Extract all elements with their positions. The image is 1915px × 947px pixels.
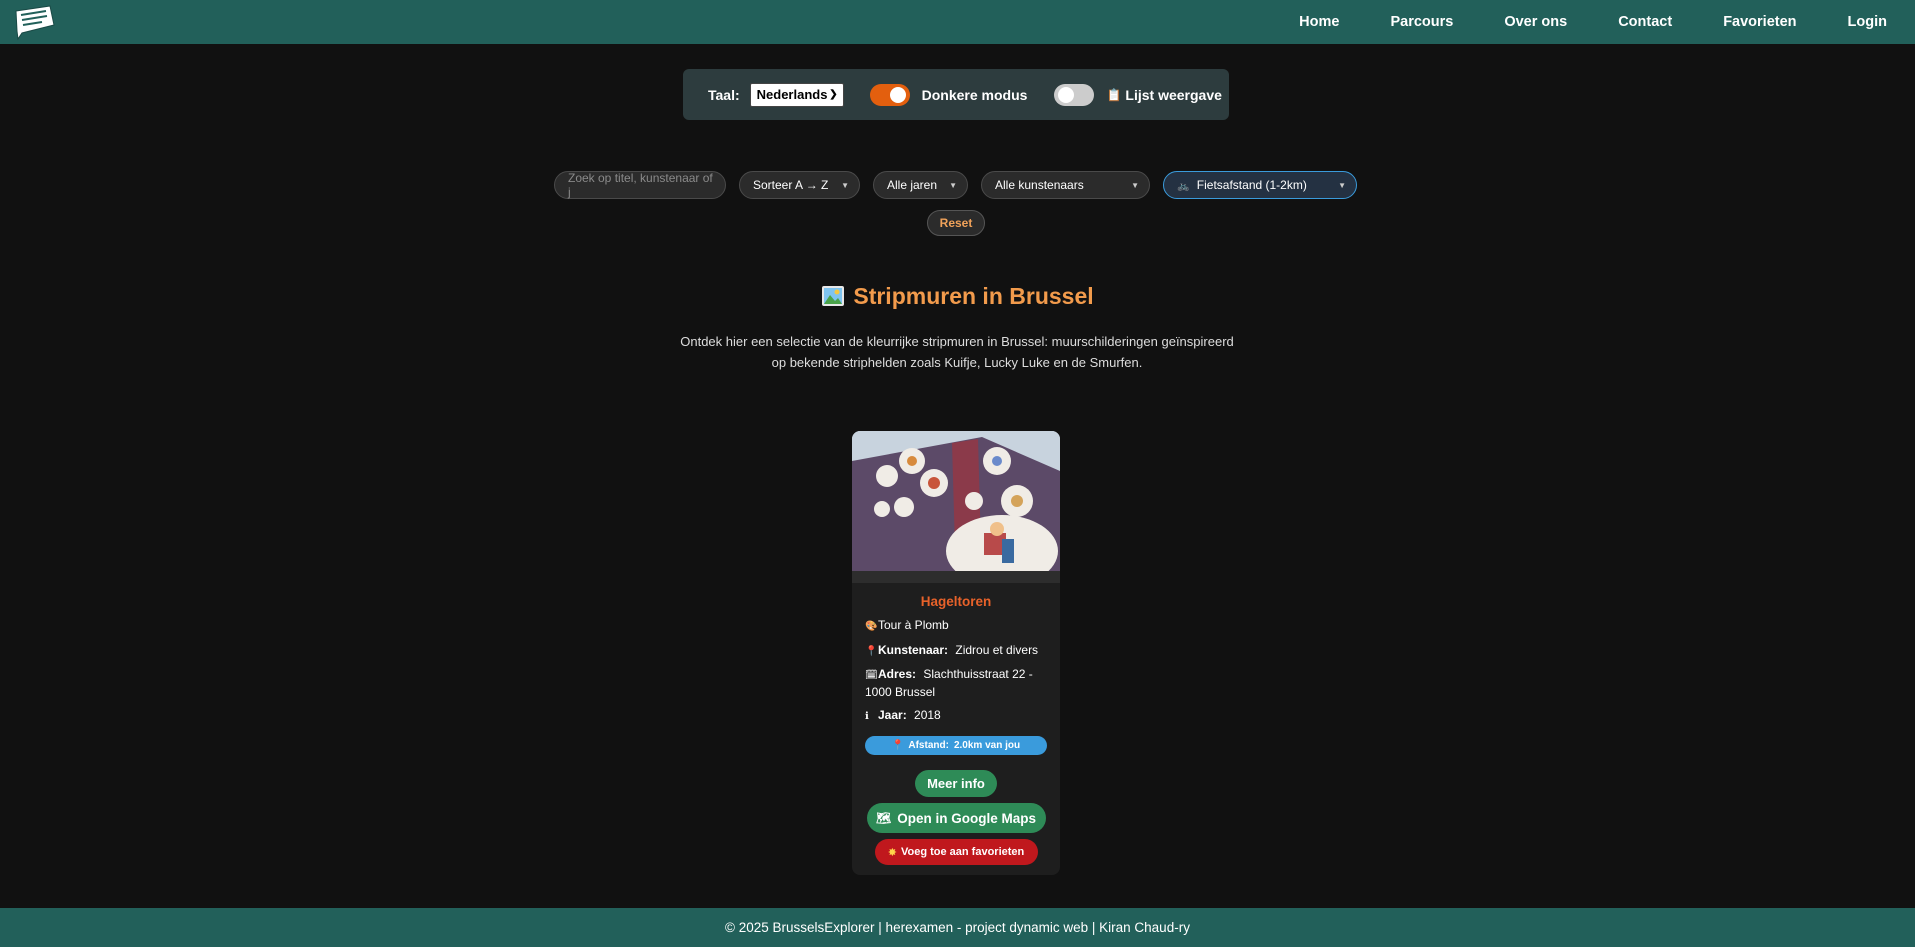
footer-text: © 2025 BrusselsExplorer | herexamen - pr… <box>725 920 1190 935</box>
nav-over-ons[interactable]: Over ons <box>1504 14 1567 30</box>
year-select[interactable]: Alle jaren ▼ <box>873 171 968 199</box>
distance-label: Afstand: <box>908 740 949 751</box>
reset-button[interactable]: Reset <box>927 210 985 236</box>
site-logo[interactable] <box>12 3 56 41</box>
card-subtitle-line: 🎨Tour à Plomb <box>852 617 1060 635</box>
list-view-toggle[interactable] <box>1054 83 1095 106</box>
calendar-icon: 🗓 <box>865 670 878 681</box>
google-maps-button[interactable]: 🗺 Open in Google Maps <box>866 803 1046 833</box>
search-input[interactable]: Zoek op titel, kunstenaar of j <box>554 171 726 199</box>
dark-mode-label: Donkere modus <box>921 86 1028 103</box>
distance-badge: 📍 Afstand: 2.0km van jou <box>865 736 1047 755</box>
toggle-knob <box>889 86 906 103</box>
artist-value: Alle kunstenaars <box>995 178 1084 192</box>
list-view-label: Lijst weergave <box>1125 86 1222 103</box>
nav-contact[interactable]: Contact <box>1618 14 1672 30</box>
pin-icon: 📍 <box>865 646 878 657</box>
mural-image[interactable] <box>852 431 1060 583</box>
sort-value: Sorteer A → Z <box>753 178 829 192</box>
card-subtitle: Tour à Plomb <box>878 618 949 632</box>
star-icon: ✸ <box>887 846 897 859</box>
language-select[interactable]: Nederlands ❯ <box>749 82 844 107</box>
footer: © 2025 BrusselsExplorer | herexamen - pr… <box>0 908 1915 947</box>
artist-value: Zidrou et divers <box>955 643 1039 657</box>
page-title-text: Stripmuren in Brussel <box>853 283 1094 309</box>
nav-parcours[interactable]: Parcours <box>1390 14 1453 30</box>
card-address-line: 🗓Adres: Slachthuisstraat 22 - 1000 Bruss… <box>852 666 1060 701</box>
info-icon: ℹ <box>865 711 869 722</box>
more-info-button[interactable]: Meer info <box>915 770 997 797</box>
card-year-line: ℹ Jaar: 2018 <box>852 707 1060 725</box>
add-favorite-label: Voeg toe aan favorieten <box>900 846 1025 858</box>
chevron-down-icon: ▼ <box>1338 180 1346 190</box>
language-value: Nederlands <box>756 87 828 102</box>
chevron-down-icon: ❯ <box>829 89 838 100</box>
filter-bar: Zoek op titel, kunstenaar of j Sorteer A… <box>554 171 1370 199</box>
intro-text: Ontdek hier een selectie van de kleurrij… <box>680 334 1234 370</box>
card-title: Hageltoren <box>920 594 992 609</box>
chevron-down-icon: ▼ <box>1131 180 1139 190</box>
nav-login[interactable]: Login <box>1848 14 1887 30</box>
mural-card: Hageltoren 🎨Tour à Plomb 📍Kunstenaar: Zi… <box>852 431 1060 875</box>
distance-select[interactable]: 🚲 Fietsafstand (1-2km) ▼ <box>1163 171 1357 199</box>
artist-label: Kunstenaar: <box>878 643 949 657</box>
google-maps-label: Open in Google Maps <box>897 810 1036 826</box>
navbar: Home Parcours Over ons Contact Favoriete… <box>0 0 1915 44</box>
card-artist-line: 📍Kunstenaar: Zidrou et divers <box>852 642 1060 660</box>
year-value: 2018 <box>914 708 941 722</box>
bicycle-icon: 🚲 <box>1177 181 1190 192</box>
nav-favorieten[interactable]: Favorieten <box>1723 14 1796 30</box>
toggle-knob <box>1058 86 1075 103</box>
page-title: Stripmuren in Brussel <box>0 283 1915 310</box>
address-label: Adres: <box>878 667 917 681</box>
clipboard-icon: 📋 <box>1106 87 1122 102</box>
year-label: Jaar: <box>878 708 907 722</box>
distance-value: Fietsafstand (1-2km) <box>1196 178 1307 192</box>
map-icon: 🗺 <box>876 811 892 825</box>
add-favorite-button[interactable]: ✸ Voeg toe aan favorieten <box>874 839 1038 865</box>
settings-bar: Taal: Nederlands ❯ Donkere modus 📋 Lijst… <box>683 69 1229 120</box>
year-value: Alle jaren <box>887 178 938 192</box>
language-label: Taal: <box>708 86 740 103</box>
dark-mode-toggle[interactable] <box>869 83 910 106</box>
pin-icon: 📍 <box>891 740 905 751</box>
picture-icon <box>821 285 845 307</box>
sort-select[interactable]: Sorteer A → Z ▼ <box>739 171 860 199</box>
distance-value: 2.0km van jou <box>953 740 1021 751</box>
artist-select[interactable]: Alle kunstenaars ▼ <box>981 171 1150 199</box>
chevron-down-icon: ▼ <box>841 180 849 190</box>
chevron-down-icon: ▼ <box>949 180 957 190</box>
nav-home[interactable]: Home <box>1299 14 1339 30</box>
nav-links: Home Parcours Over ons Contact Favoriete… <box>1248 14 1887 30</box>
palette-icon: 🎨 <box>865 621 878 632</box>
